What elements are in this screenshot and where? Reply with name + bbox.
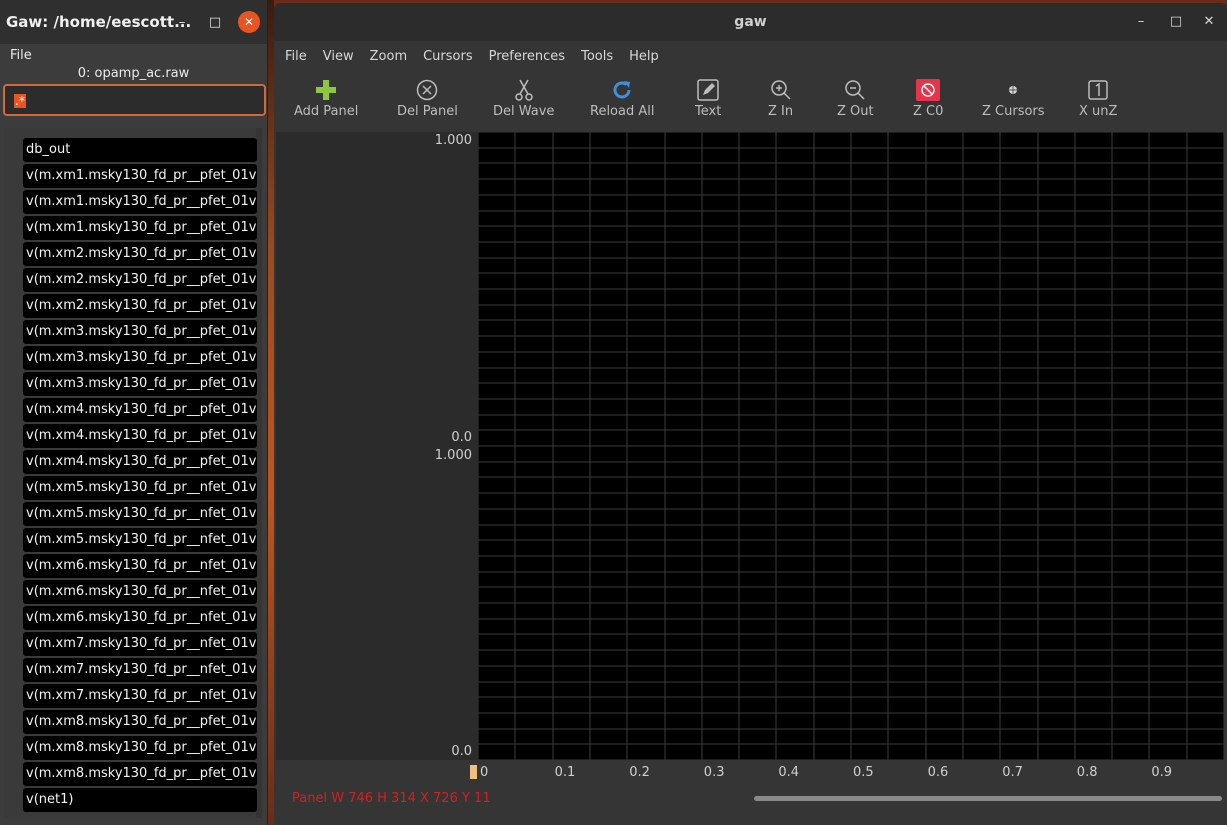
signal-item[interactable]: v(m.xm5.msky130_fd_pr__nfet_01v	[23, 502, 257, 526]
menu-tools[interactable]: Tools	[581, 49, 613, 64]
signal-item[interactable]: v(m.xm6.msky130_fd_pr__nfet_01v	[23, 580, 257, 604]
pencil-icon	[697, 76, 719, 104]
main-menubar: File View Zoom Cursors Preferences Tools…	[274, 41, 1227, 71]
panel-1-ymax: 1.000	[434, 133, 472, 148]
reload-icon	[611, 76, 633, 104]
status-text: Panel W 746 H 314 X 726 Y 11	[292, 791, 491, 806]
file-label: 0: opamp_ac.raw	[77, 66, 190, 81]
x-tick-label: 0.7	[1002, 765, 1023, 780]
left-titlebar[interactable]: Gaw: /home/eescott... – □ ✕	[0, 0, 267, 44]
x-tick-label: 0.8	[1076, 765, 1098, 780]
panel-2-ymin: 0.0	[451, 744, 472, 759]
left-menubar: File	[0, 44, 267, 66]
main-close-button[interactable]: ✕	[1199, 12, 1219, 32]
x-tick-label: 0.3	[703, 765, 725, 780]
panel-2-ymax: 1.000	[434, 448, 472, 463]
del-wave-button[interactable]: Del Wave	[493, 76, 554, 128]
del-panel-button[interactable]: Del Panel	[397, 76, 458, 128]
cursor-marker[interactable]	[470, 765, 477, 779]
zoom-in-button[interactable]: Z In	[768, 76, 793, 128]
panel-1-grid	[477, 131, 1225, 447]
signal-item[interactable]: v(m.xm4.msky130_fd_pr__pfet_01v	[23, 398, 257, 422]
signal-filter-input[interactable]: .*	[3, 84, 266, 116]
signal-item[interactable]: v(m.xm3.msky130_fd_pr__pfet_01v	[23, 320, 257, 344]
menu-help[interactable]: Help	[629, 49, 659, 64]
x-tick-label: 0	[480, 765, 489, 780]
signal-item[interactable]: v(m.xm8.msky130_fd_pr__pfet_01v	[23, 762, 257, 786]
signal-item[interactable]: db_out	[23, 138, 257, 162]
filter-value: .*	[14, 94, 26, 108]
menu-cursors[interactable]: Cursors	[423, 49, 473, 64]
x-tick-label: 0.9	[1151, 765, 1173, 780]
signal-item[interactable]: v(m.xm7.msky130_fd_pr__nfet_01v	[23, 684, 257, 708]
zoom-out-icon	[844, 76, 866, 104]
left-window-title: Gaw: /home/eescott...	[6, 13, 192, 31]
signal-item[interactable]: v(m.xm1.msky130_fd_pr__pfet_01v	[23, 190, 257, 214]
text-button[interactable]: Text	[695, 76, 721, 128]
minimize-button[interactable]: –	[171, 11, 193, 33]
panel-1-ymin: 0.0	[451, 430, 472, 445]
signal-item[interactable]: v(m.xm7.msky130_fd_pr__nfet_01v	[23, 658, 257, 682]
signal-item[interactable]: v(m.xm4.msky130_fd_pr__pfet_01v	[23, 450, 257, 474]
signal-item[interactable]: v(m.xm3.msky130_fd_pr__pfet_01v	[23, 372, 257, 396]
signal-item[interactable]: v(m.xm2.msky130_fd_pr__pfet_01v	[23, 268, 257, 292]
signal-list[interactable]: db_out v(m.xm1.msky130_fd_pr__pfet_01v v(m…	[4, 128, 262, 818]
plot-area: 1.000 0.0 1.000 0.0	[276, 131, 1225, 761]
signal-item[interactable]: v(m.xm2.msky130_fd_pr__pfet_01v	[23, 294, 257, 318]
signal-item[interactable]: v(m.xm8.msky130_fd_pr__pfet_01v	[23, 736, 257, 760]
x-tick-label: 0.5	[853, 765, 874, 780]
maximize-button[interactable]: □	[204, 11, 226, 33]
menu-view[interactable]: View	[323, 49, 354, 64]
circle-x-icon	[416, 76, 438, 104]
add-panel-button[interactable]: Add Panel	[294, 76, 358, 128]
signal-item[interactable]: v(m.xm5.msky130_fd_pr__nfet_01v	[23, 528, 257, 552]
signal-item[interactable]: v(m.xm6.msky130_fd_pr__nfet_01v	[23, 554, 257, 578]
gaw-main-window: gaw – □ ✕ File View Zoom Cursors Prefere…	[274, 3, 1227, 825]
signal-list-window: Gaw: /home/eescott... – □ ✕ File 0: opam…	[0, 0, 268, 825]
x-tick-label: 0.6	[927, 765, 949, 780]
panel-2-grid	[477, 445, 1225, 761]
menu-file[interactable]: File	[10, 48, 32, 63]
scissors-icon	[514, 76, 534, 104]
toolbar: Add Panel Del Panel Del Wave Reload All …	[274, 74, 1227, 132]
horizontal-scrollbar[interactable]	[754, 796, 1222, 801]
plus-icon	[315, 76, 337, 104]
signal-item[interactable]: v(m.xm7.msky130_fd_pr__nfet_01v	[23, 632, 257, 656]
signal-item[interactable]: v(m.xm1.msky130_fd_pr__pfet_01v	[23, 216, 257, 240]
signal-item[interactable]: v(m.xm6.msky130_fd_pr__nfet_01v	[23, 606, 257, 630]
signal-item[interactable]: v(m.xm4.msky130_fd_pr__pfet_01v	[23, 424, 257, 448]
x-tick-label: 0.4	[778, 765, 800, 780]
x-tick-label: 0.1	[554, 765, 576, 780]
z-cursors-icon	[1007, 76, 1019, 104]
signal-item[interactable]: v(net1)	[23, 788, 257, 812]
main-minimize-button[interactable]: –	[1131, 12, 1151, 32]
zoom-cursors-button[interactable]: Z Cursors	[982, 76, 1045, 128]
x-unzoom-button[interactable]: X unZ	[1079, 76, 1117, 128]
zoom-in-icon	[770, 76, 792, 104]
x-tick-label: 0.2	[629, 765, 650, 780]
menu-zoom[interactable]: Zoom	[370, 49, 407, 64]
signal-item[interactable]: v(m.xm5.msky130_fd_pr__nfet_01v	[23, 476, 257, 500]
x-axis[interactable]: 00.10.20.30.40.50.60.70.80.91	[274, 760, 1227, 788]
x-unzoom-icon	[1088, 76, 1108, 104]
menu-preferences[interactable]: Preferences	[489, 49, 565, 64]
main-window-title: gaw	[734, 14, 767, 30]
wave-panel-1[interactable]	[477, 131, 1225, 447]
menu-file[interactable]: File	[285, 49, 307, 64]
zoom-c0-button[interactable]: Z C0	[913, 76, 943, 128]
wave-panel-2[interactable]	[477, 445, 1225, 761]
main-maximize-button[interactable]: □	[1166, 12, 1186, 32]
main-titlebar[interactable]: gaw – □ ✕	[274, 3, 1227, 41]
signal-item[interactable]: v(m.xm1.msky130_fd_pr__pfet_01v	[23, 164, 257, 188]
signal-item[interactable]: v(m.xm8.msky130_fd_pr__pfet_01v	[23, 710, 257, 734]
signal-item[interactable]: v(m.xm2.msky130_fd_pr__pfet_01v	[23, 242, 257, 266]
close-button[interactable]: ✕	[238, 11, 260, 33]
zoom-out-button[interactable]: Z Out	[837, 76, 874, 128]
signal-item[interactable]: v(m.xm3.msky130_fd_pr__pfet_01v	[23, 346, 257, 370]
reload-all-button[interactable]: Reload All	[590, 76, 654, 128]
zc0-icon	[916, 76, 941, 104]
